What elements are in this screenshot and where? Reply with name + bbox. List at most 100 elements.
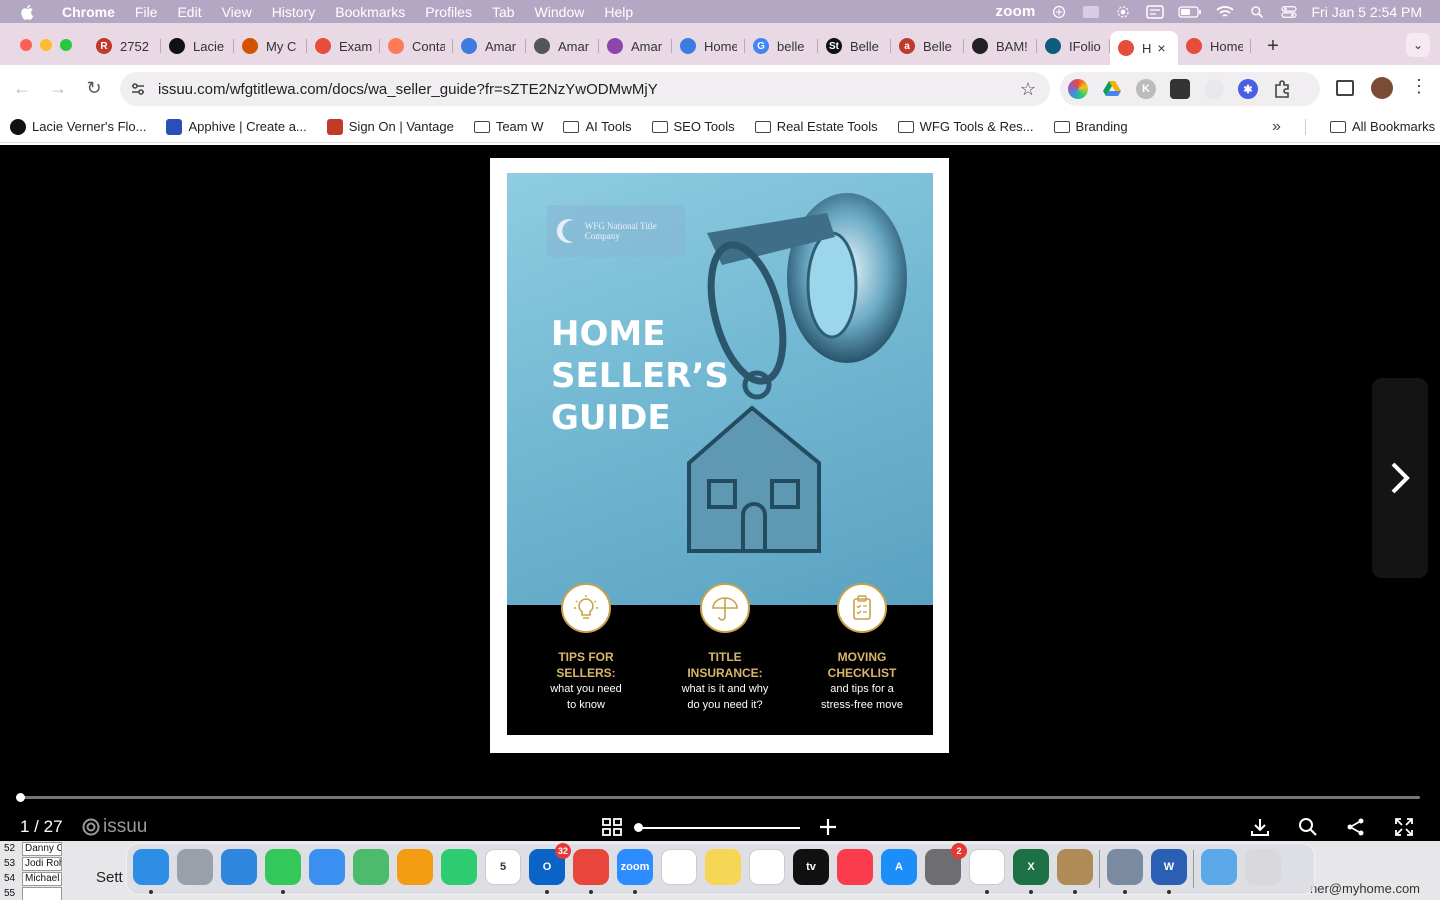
bookmark-folder[interactable]: SEO Tools	[651, 119, 735, 134]
dock-app-trash-icon[interactable]	[1245, 849, 1281, 885]
browser-tab[interactable]: BAM!	[964, 31, 1037, 61]
colorsync-icon[interactable]	[1050, 5, 1068, 19]
window-zoom-button[interactable]	[60, 39, 72, 51]
bookmark-link[interactable]: Apphive | Create a...	[166, 118, 307, 135]
dock-app-app-store-icon[interactable]: A	[881, 849, 917, 885]
site-settings-icon[interactable]	[130, 81, 146, 97]
browser-tab[interactable]: St Belle	[818, 31, 891, 61]
next-page-button[interactable]	[1372, 378, 1428, 578]
focus-icon[interactable]	[1114, 5, 1132, 19]
browser-tab[interactable]: Amar	[526, 31, 599, 61]
dock-app-mail-icon[interactable]	[309, 849, 345, 885]
browser-tab[interactable]: My C	[234, 31, 307, 61]
forward-button[interactable]: →	[46, 76, 70, 100]
menu-history[interactable]: History	[272, 4, 316, 20]
dock-app-notes-icon[interactable]	[705, 849, 741, 885]
dock-app-zoom-icon[interactable]: zoom	[617, 849, 653, 885]
more-menu-icon[interactable]: ⋮	[1410, 76, 1428, 97]
dock-app-music-icon[interactable]	[837, 849, 873, 885]
zoom-status-label[interactable]: zoom	[996, 3, 1036, 20]
bookmark-folder[interactable]: AI Tools	[563, 119, 632, 134]
share-icon[interactable]	[1345, 816, 1367, 838]
dock-app-launchpad-icon[interactable]	[177, 849, 213, 885]
cloud-extension-icon[interactable]	[1204, 79, 1224, 99]
wifi-icon[interactable]	[1215, 5, 1234, 19]
menubar-clock[interactable]: Fri Jan 5 2:54 PM	[1312, 4, 1423, 20]
issuu-logo[interactable]: issuu	[82, 816, 147, 838]
menu-tab[interactable]: Tab	[492, 4, 515, 20]
bookmark-link[interactable]: Lacie Verner's Flo...	[10, 118, 146, 135]
dock-app-chrome-icon[interactable]	[573, 849, 609, 885]
grid-view-icon[interactable]	[601, 816, 623, 838]
download-icon[interactable]	[1249, 816, 1271, 838]
reload-button[interactable]: ↻	[82, 76, 106, 100]
apple-menu-icon[interactable]	[18, 3, 38, 21]
more-bookmarks-chevron-icon[interactable]: »	[1272, 118, 1281, 136]
zoom-in-icon[interactable]	[817, 816, 839, 838]
dock-app-slack-icon[interactable]	[969, 849, 1005, 885]
window-minimize-button[interactable]	[40, 39, 52, 51]
dock-app-word-icon[interactable]: W	[1151, 849, 1187, 885]
dock-app-downloads-icon[interactable]	[1201, 849, 1237, 885]
browser-tab[interactable]: Home	[1178, 31, 1251, 61]
menu-profiles[interactable]: Profiles	[425, 4, 472, 20]
color-extension-icon[interactable]	[1068, 79, 1088, 99]
document-page[interactable]: WFG National Title Company HOME SELLER’S…	[490, 158, 949, 753]
all-bookmarks-folder[interactable]: All Bookmarks	[1330, 119, 1435, 134]
battery-icon[interactable]	[1177, 5, 1202, 19]
window-close-button[interactable]	[20, 39, 32, 51]
search-icon[interactable]	[1297, 816, 1319, 838]
dock-app-messages-icon[interactable]	[265, 849, 301, 885]
new-tab-button[interactable]: +	[1261, 35, 1285, 58]
bookmark-folder[interactable]: Team W	[473, 119, 543, 134]
puzzle-extensions-icon[interactable]	[1272, 79, 1292, 99]
dock-app-safari-icon[interactable]	[221, 849, 257, 885]
dock-app-reminders-icon[interactable]	[661, 849, 697, 885]
dock-app-system-settings-icon[interactable]: 2	[925, 843, 967, 885]
menu-app-name[interactable]: Chrome	[62, 4, 115, 20]
control-center-icon[interactable]	[1280, 5, 1298, 19]
asterisk-extension-icon[interactable]: ✱	[1238, 79, 1258, 99]
dock-app-preview-icon[interactable]	[1107, 849, 1143, 885]
close-tab-icon[interactable]: ×	[1157, 40, 1165, 56]
browser-tab[interactable]: R 2752	[88, 31, 161, 61]
menu-bookmarks[interactable]: Bookmarks	[335, 4, 405, 20]
google-drive-icon[interactable]	[1102, 79, 1122, 99]
tab-active[interactable]: H ×	[1110, 31, 1178, 65]
display-icon[interactable]	[1145, 4, 1164, 19]
browser-tab[interactable]: Amar	[599, 31, 672, 61]
dock-app-excel-icon[interactable]: X	[1013, 849, 1049, 885]
menu-help[interactable]: Help	[604, 4, 633, 20]
bookmark-folder[interactable]: Real Estate Tools	[754, 119, 878, 134]
browser-tab[interactable]: IFolio	[1037, 31, 1110, 61]
browser-tab[interactable]: Home	[672, 31, 745, 61]
screen-icon[interactable]	[1082, 5, 1100, 19]
browser-tab[interactable]: Gbelle	[745, 31, 818, 61]
address-bar[interactable]: issuu.com/wfgtitlewa.com/docs/wa_seller_…	[120, 72, 1050, 106]
back-button[interactable]: ←	[10, 76, 34, 100]
browser-tab[interactable]: Amar	[453, 31, 526, 61]
url-text[interactable]: issuu.com/wfgtitlewa.com/docs/wa_seller_…	[158, 81, 658, 98]
zoom-slider-handle[interactable]	[634, 823, 643, 832]
spy-extension-icon[interactable]	[1170, 79, 1190, 99]
browser-tab[interactable]: Lacie	[161, 31, 234, 61]
dock-app-tv-icon[interactable]: tv	[793, 849, 829, 885]
spotlight-search-icon[interactable]	[1248, 5, 1266, 19]
bookmark-star-icon[interactable]: ☆	[1020, 79, 1036, 100]
profile-avatar[interactable]	[1371, 77, 1393, 99]
fullscreen-icon[interactable]	[1393, 816, 1415, 838]
tab-search-button[interactable]: ⌄	[1406, 33, 1430, 57]
dock-app-facetime-icon[interactable]	[441, 849, 477, 885]
menu-window[interactable]: Window	[535, 4, 585, 20]
menu-file[interactable]: File	[135, 4, 158, 20]
dock-app-outlook-icon[interactable]: O 32	[529, 843, 571, 885]
bookmark-link[interactable]: Sign On | Vantage	[326, 118, 454, 135]
side-panel-icon[interactable]	[1336, 80, 1354, 96]
dock-app-finder-icon[interactable]	[133, 849, 169, 885]
browser-tab[interactable]: a Belle	[891, 31, 964, 61]
zoom-slider[interactable]	[638, 827, 800, 829]
dock-app-freeform-icon[interactable]	[749, 849, 785, 885]
menu-view[interactable]: View	[222, 4, 252, 20]
dock-app-maps-icon[interactable]	[353, 849, 389, 885]
reading-progress-bar[interactable]	[20, 796, 1420, 799]
